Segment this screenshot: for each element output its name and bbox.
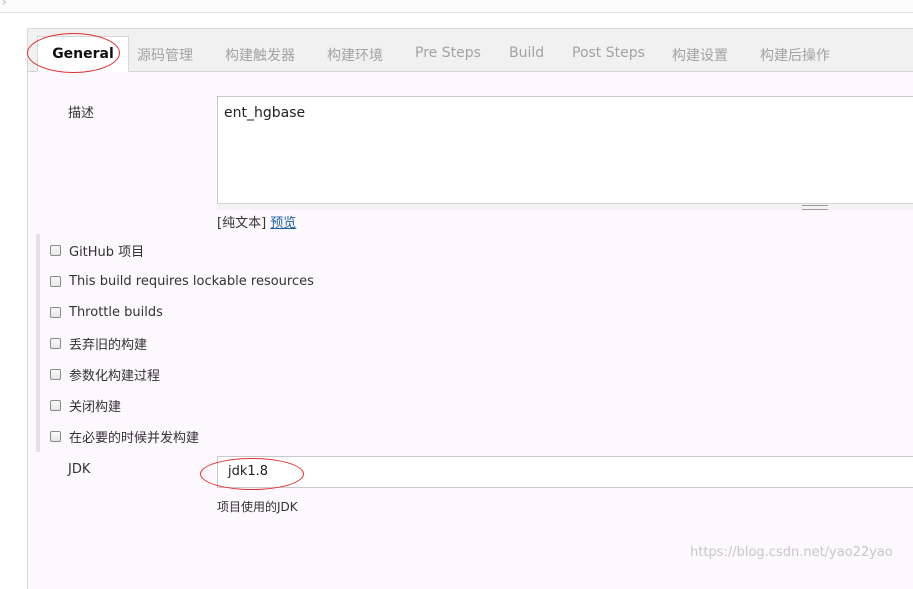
checkbox[interactable] bbox=[50, 275, 61, 287]
preview-link[interactable]: 预览 bbox=[270, 216, 296, 231]
description-textarea[interactable]: ent_hgbase bbox=[217, 96, 913, 208]
plain-text-label: [纯文本] bbox=[217, 216, 267, 231]
tab-post-build-actions[interactable]: 构建后操作 bbox=[760, 45, 830, 65]
chevron-right-icon: › bbox=[2, 0, 7, 9]
checkbox[interactable] bbox=[50, 368, 61, 380]
top-strip: › bbox=[0, 0, 913, 13]
tab-build-settings[interactable]: 构建设置 bbox=[672, 45, 728, 65]
tab-pre-steps[interactable]: Pre Steps bbox=[415, 45, 481, 61]
option-label: This build requires lockable resources bbox=[69, 273, 314, 289]
jdk-label: JDK bbox=[68, 462, 91, 477]
option-label: 关闭构建 bbox=[69, 399, 122, 415]
checkbox[interactable] bbox=[50, 399, 61, 411]
checkbox[interactable] bbox=[50, 337, 61, 349]
tab-bar: General 源码管理 构建触发器 构建环境 Pre Steps Build … bbox=[27, 28, 913, 72]
tab-build-environment[interactable]: 构建环境 bbox=[327, 45, 383, 65]
option-concurrent-builds[interactable]: 在必要的时候并发构建 bbox=[50, 426, 199, 446]
option-parameterized-build[interactable]: 参数化构建过程 bbox=[50, 364, 160, 384]
option-label: 参数化构建过程 bbox=[69, 368, 161, 384]
option-github-project[interactable]: GitHub 项目 bbox=[50, 240, 144, 260]
watermark: https://blog.csdn.net/yao22yao bbox=[690, 545, 893, 560]
markup-formatter-line: [纯文本] 预览 bbox=[217, 212, 296, 231]
option-label: Throttle builds bbox=[69, 304, 163, 320]
option-label: 丢弃旧的构建 bbox=[69, 337, 148, 353]
option-label: 在必要的时候并发构建 bbox=[69, 430, 200, 446]
section-side-bar bbox=[36, 234, 40, 452]
tab-general[interactable]: General bbox=[37, 36, 129, 72]
jdk-help-text: 项目使用的JDK bbox=[217, 500, 298, 514]
tab-build[interactable]: Build bbox=[509, 45, 544, 61]
checkbox[interactable] bbox=[50, 244, 61, 256]
option-lockable-resources[interactable]: This build requires lockable resources bbox=[50, 271, 314, 291]
textarea-resize-handle[interactable] bbox=[217, 203, 913, 210]
tab-scm[interactable]: 源码管理 bbox=[137, 45, 193, 65]
resize-grip-icon bbox=[802, 205, 828, 210]
description-label: 描述 bbox=[68, 106, 95, 121]
option-throttle-builds[interactable]: Throttle builds bbox=[50, 302, 163, 322]
jdk-select[interactable]: jdk1.8 bbox=[217, 456, 913, 488]
option-disable-build[interactable]: 关闭构建 bbox=[50, 395, 121, 415]
checkbox[interactable] bbox=[50, 306, 61, 318]
tab-post-steps[interactable]: Post Steps bbox=[572, 45, 645, 61]
option-label: GitHub 项目 bbox=[69, 244, 145, 260]
tab-build-triggers[interactable]: 构建触发器 bbox=[225, 45, 295, 65]
option-discard-old-builds[interactable]: 丢弃旧的构建 bbox=[50, 333, 147, 353]
checkbox[interactable] bbox=[50, 430, 61, 442]
